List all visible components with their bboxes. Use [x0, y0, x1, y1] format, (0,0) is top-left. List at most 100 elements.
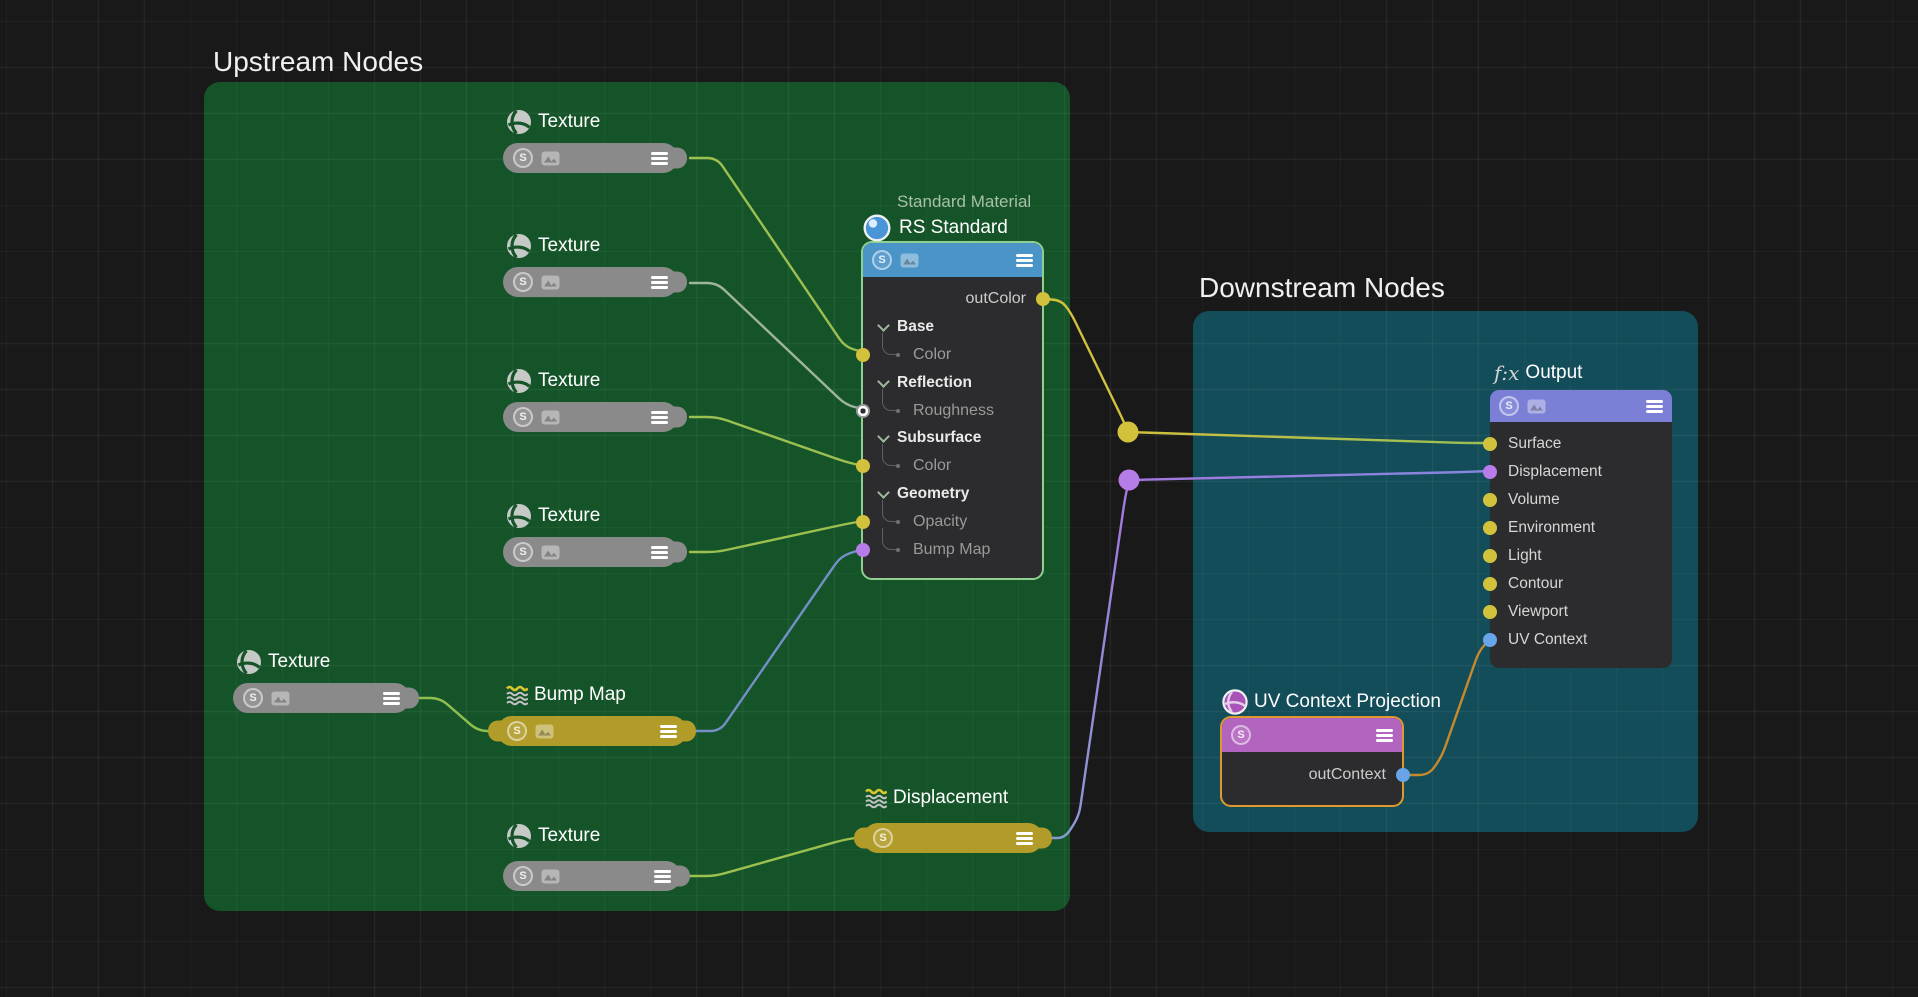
solo-badge[interactable]: S: [1231, 725, 1251, 745]
wire-rs-outcolor-to-knot[interactable]: [1042, 299, 1128, 432]
solo-badge[interactable]: S: [513, 542, 533, 562]
wire-texture1-to-base-color[interactable]: [690, 158, 863, 352]
uv-projection-node-label: UV Context Projection: [1222, 689, 1441, 715]
texture-node-label: Texture: [506, 109, 600, 135]
wire-knot-to-output-displacement[interactable]: [1129, 471, 1490, 480]
subsurface-group-label: Subsurface: [897, 429, 981, 447]
preview-image-icon: [541, 545, 560, 560]
wire-texture4-to-opacity[interactable]: [690, 521, 863, 552]
texture-node-pill[interactable]: S: [503, 537, 678, 567]
opacity-port[interactable]: [856, 515, 870, 529]
wire-texture6-to-displacement-node[interactable]: [689, 838, 855, 876]
uv-context-projection-node[interactable]: S outContext: [1222, 718, 1402, 805]
roughness-port[interactable]: [856, 404, 870, 418]
preview-image-icon: [1527, 399, 1546, 414]
solo-badge[interactable]: S: [513, 148, 533, 168]
wire-knot-to-output-surface[interactable]: [1128, 432, 1490, 443]
port-row-bump-map: Bump Map: [863, 536, 1042, 564]
subsurface-color-port[interactable]: [856, 459, 870, 473]
texture-node-label: Texture: [506, 368, 600, 394]
texture-node-pill[interactable]: S: [503, 267, 678, 297]
menu-icon[interactable]: [654, 870, 671, 883]
light-port[interactable]: [1483, 549, 1497, 563]
menu-icon[interactable]: [1376, 729, 1393, 742]
uv-projection-body: outContext: [1222, 752, 1402, 789]
volume-port[interactable]: [1483, 493, 1497, 507]
menu-icon[interactable]: [651, 276, 668, 289]
outcontext-label: outContext: [1309, 766, 1386, 784]
viewport-port[interactable]: [1483, 605, 1497, 619]
menu-icon[interactable]: [651, 546, 668, 559]
solo-badge[interactable]: S: [513, 866, 533, 886]
displacement-waves-icon: [865, 787, 887, 809]
wire-texture3-to-subsurface-color[interactable]: [690, 417, 863, 466]
bump-map-node-title: Bump Map: [534, 684, 626, 706]
chevron-down-icon[interactable]: [877, 319, 890, 332]
texture-node-pill[interactable]: S: [503, 402, 678, 432]
chevron-down-icon[interactable]: [877, 431, 890, 444]
texture-node-pill[interactable]: S: [233, 683, 410, 713]
base-color-port[interactable]: [856, 348, 870, 362]
texture-node-pill[interactable]: S: [503, 143, 678, 173]
displacement-port[interactable]: [1483, 465, 1497, 479]
texture-node-label: Texture: [506, 503, 600, 529]
chevron-down-icon[interactable]: [877, 375, 890, 388]
texture-node-label: Texture: [506, 233, 600, 259]
solo-badge[interactable]: S: [872, 250, 892, 270]
contour-label: Contour: [1508, 575, 1563, 593]
menu-icon[interactable]: [660, 725, 677, 738]
uv-context-port[interactable]: [1483, 633, 1497, 647]
solo-badge[interactable]: S: [513, 272, 533, 292]
fx-icon: f:x: [1494, 361, 1519, 385]
texture-node-title: Texture: [538, 370, 600, 392]
bump-map-input-port[interactable]: [488, 721, 506, 742]
surface-port[interactable]: [1483, 437, 1497, 451]
texture-node-label: Texture: [506, 823, 600, 849]
knot-surface[interactable]: [1118, 422, 1139, 443]
output-node[interactable]: S Surface Displacement Volume Environmen…: [1490, 390, 1672, 668]
solo-badge[interactable]: S: [873, 828, 893, 848]
menu-icon[interactable]: [383, 692, 400, 705]
geometry-group-label: Geometry: [897, 485, 969, 503]
uv-projection-header[interactable]: S: [1222, 718, 1402, 752]
solo-badge[interactable]: S: [243, 688, 263, 708]
texture-sphere-icon: [506, 503, 532, 529]
uv-context-label: UV Context: [1508, 631, 1587, 649]
menu-icon[interactable]: [1646, 400, 1663, 413]
menu-icon[interactable]: [1016, 832, 1033, 845]
group-title-upstream: Upstream Nodes: [213, 46, 423, 78]
port-row-outcontext: outContext: [1222, 761, 1402, 789]
knot-displacement[interactable]: [1119, 470, 1140, 491]
node-editor-canvas[interactable]: Upstream Nodes Downstream Nodes Texture …: [0, 0, 1918, 997]
solo-badge[interactable]: S: [1499, 396, 1519, 416]
rs-standard-node-label: Standard Material RS Standard: [863, 192, 1031, 242]
output-node-header[interactable]: S: [1490, 390, 1672, 422]
port-row-outcolor: outColor: [863, 285, 1042, 313]
texture-node-pill[interactable]: S: [503, 861, 681, 891]
menu-icon[interactable]: [1016, 254, 1033, 267]
menu-icon[interactable]: [651, 411, 668, 424]
wire-texture5-to-bump-map-node[interactable]: [418, 698, 497, 731]
solo-badge[interactable]: S: [507, 721, 527, 741]
port-row-subsurface-color: Color: [863, 452, 1042, 480]
menu-icon[interactable]: [651, 152, 668, 165]
wire-bump-map-to-rs-bump[interactable]: [695, 549, 863, 731]
light-label: Light: [1508, 547, 1542, 565]
texture-sphere-icon: [236, 649, 262, 675]
texture-node-title: Texture: [538, 505, 600, 527]
rs-standard-node[interactable]: S outColor Base Color Reflection Roughne…: [863, 243, 1042, 578]
contour-port[interactable]: [1483, 577, 1497, 591]
wire-texture2-to-roughness[interactable]: [690, 283, 863, 409]
rs-standard-header[interactable]: S: [863, 243, 1042, 277]
displacement-node-pill[interactable]: S: [863, 823, 1043, 853]
outcontext-port[interactable]: [1396, 768, 1410, 782]
displacement-input-port[interactable]: [854, 828, 872, 849]
bump-map-node-pill[interactable]: S: [497, 716, 687, 746]
chevron-down-icon[interactable]: [877, 486, 890, 499]
texture-sphere-icon: [506, 109, 532, 135]
environment-port[interactable]: [1483, 521, 1497, 535]
wire-displacement-to-knot[interactable]: [1050, 480, 1129, 838]
outcolor-port[interactable]: [1036, 292, 1050, 306]
solo-badge[interactable]: S: [513, 407, 533, 427]
bump-map-port[interactable]: [856, 543, 870, 557]
